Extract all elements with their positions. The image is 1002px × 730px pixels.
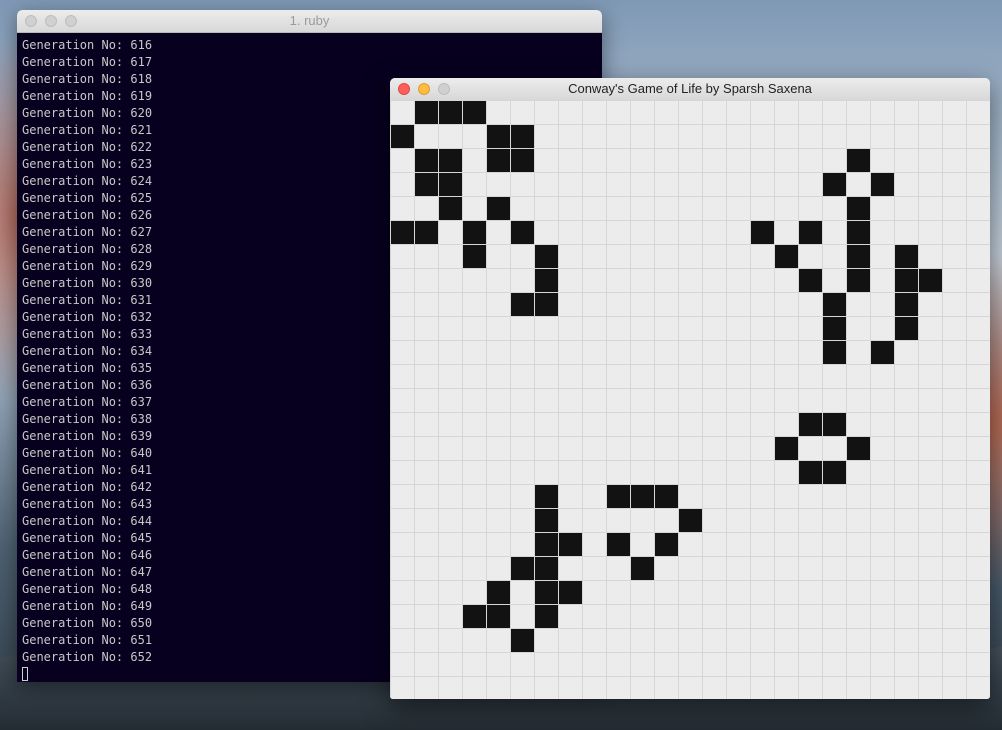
live-cell[interactable] [847, 149, 870, 172]
minimize-button[interactable] [45, 15, 57, 27]
live-cell[interactable] [439, 197, 462, 220]
live-cell[interactable] [535, 293, 558, 316]
terminal-titlebar[interactable]: 1. ruby [17, 10, 602, 33]
minimize-button[interactable] [418, 83, 430, 95]
live-cell[interactable] [823, 173, 846, 196]
live-cell[interactable] [391, 221, 414, 244]
live-cell[interactable] [559, 533, 582, 556]
live-cell[interactable] [439, 101, 462, 124]
game-title: Conway's Game of Life by Sparsh Saxena [568, 81, 812, 96]
live-cell[interactable] [847, 221, 870, 244]
terminal-line: Generation No: 617 [22, 55, 153, 69]
live-cell[interactable] [415, 173, 438, 196]
live-cell[interactable] [799, 269, 822, 292]
zoom-button[interactable] [65, 15, 77, 27]
live-cell[interactable] [535, 245, 558, 268]
live-cell[interactable] [535, 557, 558, 580]
live-cell[interactable] [391, 125, 414, 148]
live-cell[interactable] [847, 437, 870, 460]
live-cell[interactable] [511, 629, 534, 652]
close-button[interactable] [25, 15, 37, 27]
live-cell[interactable] [655, 533, 678, 556]
live-cell[interactable] [775, 437, 798, 460]
live-cell[interactable] [895, 245, 918, 268]
live-cell[interactable] [487, 581, 510, 604]
window-controls [398, 83, 450, 95]
live-cell[interactable] [823, 293, 846, 316]
window-controls [25, 15, 77, 27]
live-cell[interactable] [487, 149, 510, 172]
live-cell[interactable] [415, 221, 438, 244]
live-cell[interactable] [415, 149, 438, 172]
live-cell[interactable] [535, 581, 558, 604]
live-cell[interactable] [775, 245, 798, 268]
live-cell[interactable] [607, 485, 630, 508]
live-cell[interactable] [823, 317, 846, 340]
live-cell[interactable] [871, 341, 894, 364]
live-cell[interactable] [655, 485, 678, 508]
live-cell[interactable] [439, 149, 462, 172]
terminal-title: 1. ruby [289, 13, 330, 28]
live-cell[interactable] [823, 413, 846, 436]
live-cell[interactable] [439, 173, 462, 196]
live-cell[interactable] [511, 557, 534, 580]
live-cell[interactable] [823, 341, 846, 364]
live-cell[interactable] [511, 293, 534, 316]
live-cell[interactable] [463, 245, 486, 268]
live-cell[interactable] [895, 293, 918, 316]
terminal-line: Generation No: 616 [22, 38, 153, 52]
live-cell[interactable] [799, 413, 822, 436]
game-window[interactable]: Conway's Game of Life by Sparsh Saxena [390, 78, 990, 699]
close-button[interactable] [398, 83, 410, 95]
terminal-cursor [22, 667, 28, 681]
live-cell[interactable] [487, 197, 510, 220]
live-cell[interactable] [511, 125, 534, 148]
zoom-button[interactable] [438, 83, 450, 95]
live-cell[interactable] [463, 221, 486, 244]
live-cell[interactable] [511, 221, 534, 244]
live-cell[interactable] [895, 317, 918, 340]
live-cell[interactable] [535, 269, 558, 292]
live-cell[interactable] [679, 509, 702, 532]
live-cell[interactable] [487, 605, 510, 628]
live-cell[interactable] [535, 485, 558, 508]
live-cell[interactable] [823, 461, 846, 484]
live-cell[interactable] [919, 269, 942, 292]
live-cell[interactable] [847, 197, 870, 220]
game-titlebar[interactable]: Conway's Game of Life by Sparsh Saxena [390, 78, 990, 101]
live-cell[interactable] [535, 533, 558, 556]
live-cell[interactable] [607, 533, 630, 556]
live-cell[interactable] [799, 461, 822, 484]
life-grid[interactable] [390, 100, 990, 699]
live-cell[interactable] [895, 269, 918, 292]
live-cell[interactable] [487, 125, 510, 148]
live-cell[interactable] [631, 557, 654, 580]
live-cell[interactable] [847, 245, 870, 268]
live-cell[interactable] [511, 149, 534, 172]
live-cell[interactable] [871, 173, 894, 196]
live-cell[interactable] [463, 605, 486, 628]
live-cell[interactable] [535, 605, 558, 628]
live-cell[interactable] [463, 101, 486, 124]
live-cell[interactable] [559, 581, 582, 604]
live-cell[interactable] [751, 221, 774, 244]
live-cell[interactable] [415, 101, 438, 124]
live-cell[interactable] [847, 269, 870, 292]
live-cell[interactable] [799, 221, 822, 244]
live-cell[interactable] [535, 509, 558, 532]
live-cell[interactable] [631, 485, 654, 508]
